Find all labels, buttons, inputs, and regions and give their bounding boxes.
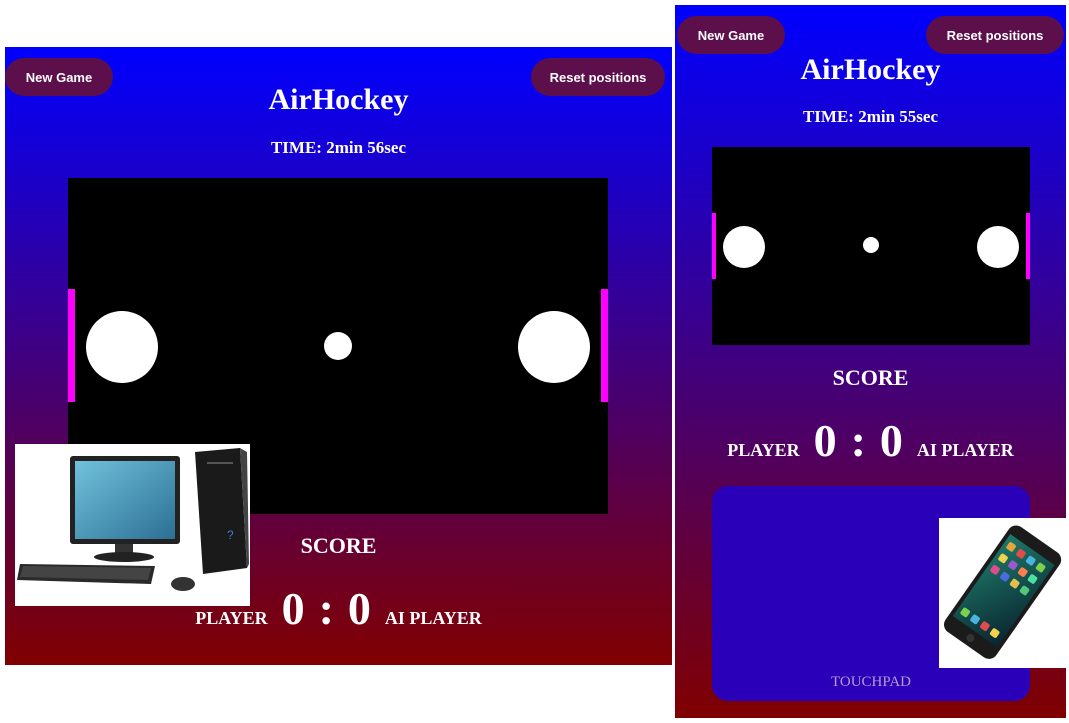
time-display-mobile: TIME: 2min 55sec bbox=[802, 107, 939, 126]
desktop-game-panel: New Game Reset positions AirHockey TIME:… bbox=[5, 47, 672, 665]
player-label: PLAYER bbox=[195, 608, 268, 628]
player-label-mobile: PLAYER bbox=[727, 440, 800, 460]
reset-positions-button-mobile[interactable]: Reset positions bbox=[926, 16, 1064, 54]
puck bbox=[324, 332, 352, 360]
touchpad-label: TOUCHPAD bbox=[830, 674, 912, 690]
ai-score-mobile: 0 bbox=[879, 415, 903, 466]
mobile-game-panel: New Game Reset positions AirHockey TIME:… bbox=[675, 5, 1066, 718]
score-separator-mobile: : bbox=[850, 415, 866, 466]
time-display: TIME: 2min 56sec bbox=[270, 138, 407, 157]
player-score: 0 bbox=[281, 583, 305, 634]
player-goal-mobile bbox=[712, 213, 716, 279]
ai-mallet-mobile bbox=[977, 226, 1019, 268]
player-goal bbox=[68, 289, 75, 402]
ai-score: 0 bbox=[347, 583, 371, 634]
player-mallet-mobile[interactable] bbox=[723, 226, 765, 268]
smartphone-image bbox=[939, 518, 1066, 668]
player-score-mobile: 0 bbox=[813, 415, 837, 466]
score-title-mobile: SCORE bbox=[832, 365, 909, 390]
score-row-mobile: PLAYER 0 : 0 AI PLAYER bbox=[675, 414, 1066, 467]
score-separator: : bbox=[318, 583, 334, 634]
hockey-rink-mobile[interactable] bbox=[712, 147, 1030, 345]
ai-player-label: AI PLAYER bbox=[384, 608, 482, 628]
desktop-computer-image: ? bbox=[15, 444, 250, 606]
ai-goal bbox=[601, 289, 608, 402]
game-title-mobile: AirHockey bbox=[800, 53, 941, 86]
ai-goal-mobile bbox=[1026, 213, 1030, 279]
puck-mobile bbox=[863, 237, 879, 253]
player-mallet[interactable] bbox=[86, 311, 158, 383]
ai-player-label-mobile: AI PLAYER bbox=[916, 440, 1014, 460]
new-game-button-mobile[interactable]: New Game bbox=[677, 16, 785, 54]
ai-mallet bbox=[518, 311, 590, 383]
game-title: AirHockey bbox=[268, 83, 409, 116]
svg-text:?: ? bbox=[227, 528, 234, 542]
